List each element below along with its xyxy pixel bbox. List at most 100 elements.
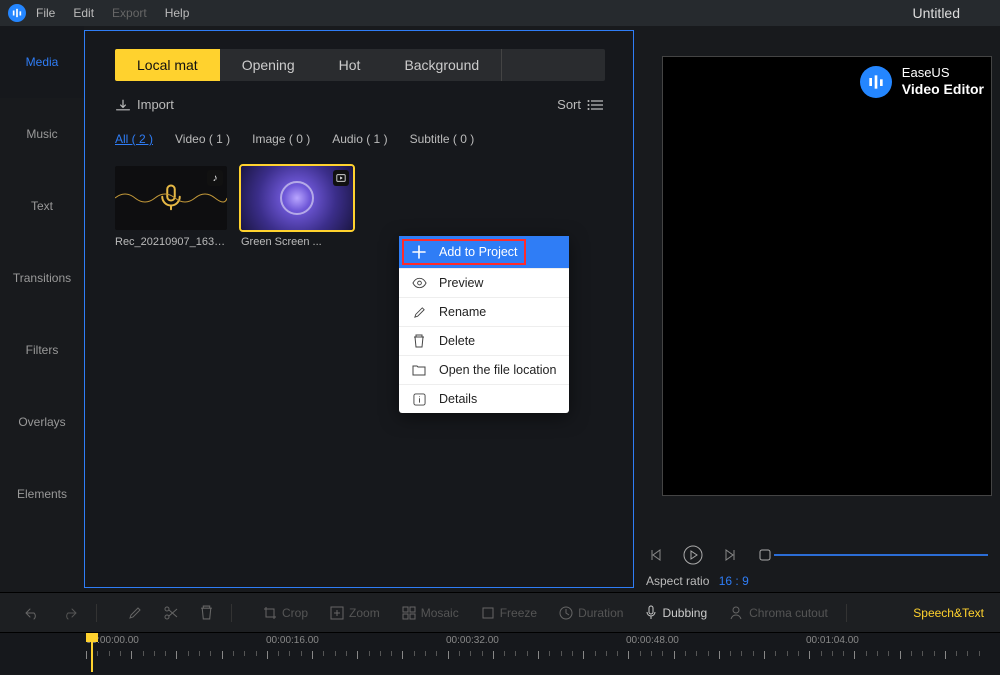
clock-icon xyxy=(559,606,573,620)
menu-help[interactable]: Help xyxy=(165,6,190,20)
tab-background[interactable]: Background xyxy=(382,49,501,81)
menu-bar: File Edit Export Help Untitled xyxy=(0,0,1000,26)
aspect-value[interactable]: 16 : 9 xyxy=(719,574,749,588)
aspect-label: Aspect ratio xyxy=(646,574,709,588)
dubbing-button[interactable]: Dubbing xyxy=(637,605,715,620)
zoom-button[interactable]: Zoom xyxy=(322,606,388,620)
sidebar-item-elements[interactable]: Elements xyxy=(0,458,84,530)
play-button[interactable] xyxy=(682,544,704,566)
brand-logo-icon xyxy=(860,66,892,98)
time-label: 00:00:16.00 xyxy=(266,635,446,646)
crop-icon xyxy=(263,606,277,620)
mosaic-button[interactable]: Mosaic xyxy=(394,606,467,620)
undo-button[interactable] xyxy=(16,606,48,620)
document-title: Untitled xyxy=(913,5,960,21)
preview-panel: EaseUS Video Editor Aspect ratio 16 : 9 xyxy=(634,26,1000,592)
media-item-caption: Green Screen ... xyxy=(241,236,353,248)
sidebar: Media Music Text Transitions Filters Ove… xyxy=(0,26,84,592)
import-icon xyxy=(115,98,131,112)
import-label: Import xyxy=(137,97,174,112)
menu-export[interactable]: Export xyxy=(112,6,147,20)
next-frame-button[interactable] xyxy=(718,544,740,566)
trash-icon xyxy=(200,605,213,620)
timeline-labels: 00:00:00.00 00:00:16.00 00:00:32.00 00:0… xyxy=(86,635,1000,646)
freeze-button[interactable]: Freeze xyxy=(473,606,545,620)
ctx-preview[interactable]: Preview xyxy=(399,268,569,297)
info-icon xyxy=(411,393,427,406)
ctx-label: Rename xyxy=(439,305,486,319)
ctx-delete[interactable]: Delete xyxy=(399,326,569,355)
filter-subtitle[interactable]: Subtitle ( 0 ) xyxy=(410,132,475,146)
filter-video[interactable]: Video ( 1 ) xyxy=(175,132,230,146)
filter-all[interactable]: All ( 2 ) xyxy=(115,132,153,146)
context-menu: Add to Project Preview Rename Delete Ope… xyxy=(399,236,569,413)
scissors-icon xyxy=(164,606,178,620)
redo-button[interactable] xyxy=(54,606,86,620)
duration-button[interactable]: Duration xyxy=(551,606,631,620)
tab-opening[interactable]: Opening xyxy=(220,49,317,81)
person-icon xyxy=(729,606,744,620)
sidebar-item-transitions[interactable]: Transitions xyxy=(0,242,84,314)
brand-line2: Video Editor xyxy=(902,81,984,97)
player-controls xyxy=(646,544,776,566)
media-item-caption: Rec_20210907_1635... xyxy=(115,236,227,248)
media-item-video[interactable]: Green Screen ... xyxy=(241,166,353,248)
sidebar-item-media[interactable]: Media xyxy=(0,26,84,98)
ctx-label: Open the file location xyxy=(439,363,556,377)
sort-button[interactable]: Sort xyxy=(557,97,605,112)
split-button[interactable] xyxy=(156,606,186,620)
ctx-details[interactable]: Details xyxy=(399,384,569,413)
filter-audio[interactable]: Audio ( 1 ) xyxy=(332,132,387,146)
timeline[interactable]: 00:00:00.00 00:00:16.00 00:00:32.00 00:0… xyxy=(0,632,1000,674)
time-label: 00:01:04.00 xyxy=(806,635,986,646)
stop-button[interactable] xyxy=(754,544,776,566)
brand-watermark: EaseUS Video Editor xyxy=(860,66,984,98)
sort-label: Sort xyxy=(557,97,581,112)
speech-text-button[interactable]: Speech&Text xyxy=(913,606,984,620)
media-source-tabs: Local mat Opening Hot Background xyxy=(115,49,605,81)
tab-hot[interactable]: Hot xyxy=(317,49,383,81)
preview-canvas xyxy=(662,56,992,496)
ctx-add-to-project[interactable]: Add to Project xyxy=(399,236,569,268)
player-progress[interactable] xyxy=(774,554,988,556)
time-label: 00:00:00.00 xyxy=(86,635,266,646)
ctx-label: Add to Project xyxy=(439,245,518,259)
sidebar-item-music[interactable]: Music xyxy=(0,98,84,170)
tab-local-material[interactable]: Local mat xyxy=(115,49,220,81)
sidebar-item-overlays[interactable]: Overlays xyxy=(0,386,84,458)
trash-icon xyxy=(411,334,427,348)
ctx-label: Details xyxy=(439,392,477,406)
waveform-icon xyxy=(115,188,227,208)
time-label: 00:00:32.00 xyxy=(446,635,626,646)
time-label: 00:00:48.00 xyxy=(626,635,806,646)
audio-badge-icon: ♪ xyxy=(207,170,223,186)
zoom-icon xyxy=(330,606,344,620)
menu-edit[interactable]: Edit xyxy=(73,6,94,20)
chroma-button[interactable]: Chroma cutout xyxy=(721,606,836,620)
playhead[interactable] xyxy=(86,633,98,673)
ctx-label: Delete xyxy=(439,334,475,348)
import-button[interactable]: Import xyxy=(115,97,174,112)
timeline-ticks xyxy=(86,651,1000,665)
video-badge-icon xyxy=(333,170,349,186)
plus-icon xyxy=(411,245,427,259)
filter-image[interactable]: Image ( 0 ) xyxy=(252,132,310,146)
prev-frame-button[interactable] xyxy=(646,544,668,566)
edit-toolbar: Crop Zoom Mosaic Freeze Duration Dubbing… xyxy=(0,592,1000,632)
crop-button[interactable]: Crop xyxy=(255,606,316,620)
sidebar-item-text[interactable]: Text xyxy=(0,170,84,242)
app-logo-icon xyxy=(8,4,26,22)
menu-file[interactable]: File xyxy=(36,6,55,20)
media-item-audio[interactable]: ♪ Rec_20210907_1635... xyxy=(115,166,227,248)
undo-icon xyxy=(24,606,40,620)
ctx-open-location[interactable]: Open the file location xyxy=(399,355,569,384)
freeze-icon xyxy=(481,606,495,620)
ctx-rename[interactable]: Rename xyxy=(399,297,569,326)
delete-button[interactable] xyxy=(192,605,221,620)
sidebar-item-filters[interactable]: Filters xyxy=(0,314,84,386)
pencil-icon xyxy=(411,306,427,319)
tab-more[interactable] xyxy=(501,49,550,81)
ctx-label: Preview xyxy=(439,276,483,290)
edit-button[interactable] xyxy=(120,606,150,620)
mosaic-icon xyxy=(402,606,416,620)
